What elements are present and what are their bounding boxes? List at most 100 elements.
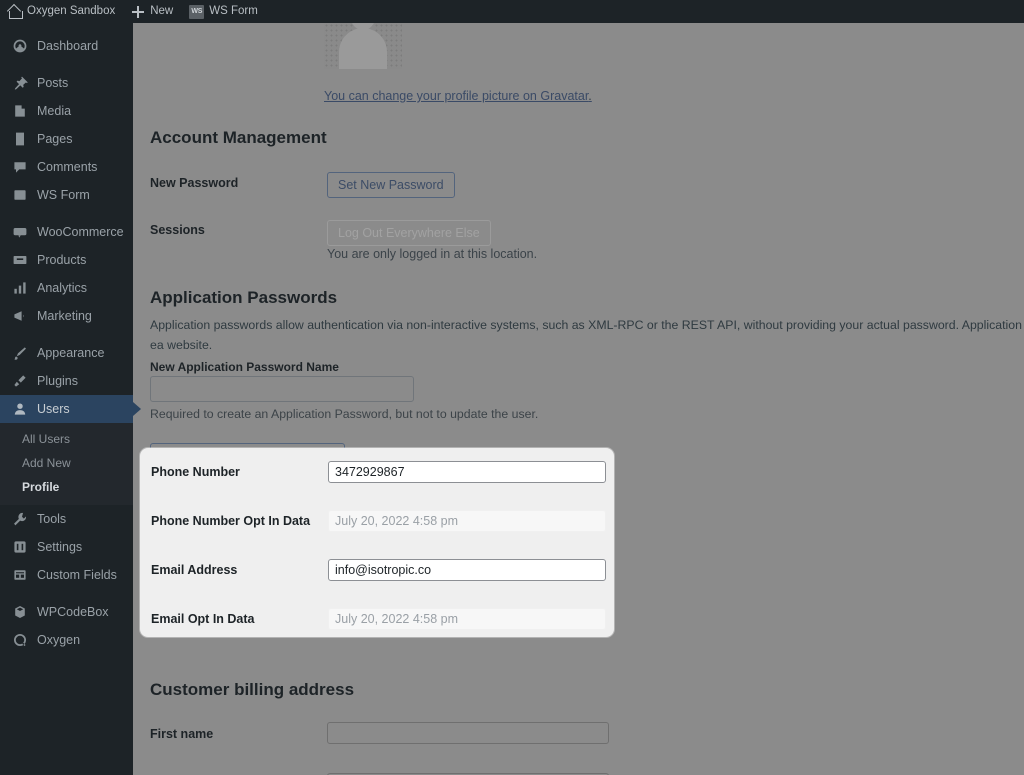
sidebar-subitem-add-new[interactable]: Add New: [0, 451, 133, 475]
sidebar-label: Products: [37, 253, 87, 267]
sidebar-label: Tools: [37, 512, 67, 526]
sidebar-label: Media: [37, 104, 72, 118]
sidebar-label: Marketing: [37, 309, 92, 323]
sidebar-label: WPCodeBox: [37, 605, 109, 619]
phone-number-opt-in-data-input: [328, 510, 606, 532]
products-icon: [12, 252, 28, 268]
comment-icon: [12, 159, 28, 175]
sidebar-label: Pages: [37, 132, 73, 146]
sidebar-item-settings[interactable]: Settings: [0, 533, 133, 561]
sidebar-item-appearance[interactable]: Appearance: [0, 339, 133, 367]
plug-icon: [12, 373, 28, 389]
brush-icon: [12, 345, 28, 361]
sidebar-item-products[interactable]: Products: [0, 246, 133, 274]
adminbar-new-label: New: [150, 5, 174, 17]
sidebar-item-media[interactable]: Media: [0, 97, 133, 125]
sidebar-item-users[interactable]: Users: [0, 395, 141, 423]
media-icon: [12, 103, 28, 119]
sidebar-label: Oxygen: [37, 633, 81, 647]
wsform-icon: [12, 187, 28, 203]
analytics-icon: [12, 280, 28, 296]
home-icon: [8, 5, 23, 19]
sidebar-item-oxygen[interactable]: Oxygen: [0, 626, 133, 654]
gravatar-link-period: .: [588, 89, 592, 103]
user-icon: [12, 401, 28, 417]
sidebar-item-dashboard[interactable]: Dashboard: [0, 32, 133, 60]
adminbar-new-menu[interactable]: New: [123, 0, 181, 23]
sidebar-item-analytics[interactable]: Analytics: [0, 274, 133, 302]
phone-number-opt-in-data-label: Phone Number Opt In Data: [151, 514, 311, 528]
sidebar-item-wpcodebox[interactable]: WPCodeBox: [0, 598, 133, 626]
oxygen-icon: [12, 632, 28, 648]
new-password-label: New Password: [150, 176, 239, 190]
log-out-everywhere-button[interactable]: Log Out Everywhere Else: [327, 220, 491, 246]
sidebar-item-woocommerce[interactable]: WooCommerce: [0, 218, 133, 246]
email-opt-in-data-label: Email Opt In Data: [151, 612, 255, 626]
sidebar-label: Posts: [37, 76, 69, 90]
sidebar-subitem-all-users[interactable]: All Users: [0, 427, 133, 451]
highlighted-fields-panel: Phone Number Phone Number Opt In Data Em…: [140, 448, 614, 637]
dashboard-icon: [12, 38, 28, 54]
sidebar-item-ws-form[interactable]: WS Form: [0, 181, 133, 209]
pin-icon: [12, 75, 28, 91]
sidebar-item-marketing[interactable]: Marketing: [0, 302, 133, 330]
sidebar-spacer-top: [0, 23, 133, 32]
sessions-label: Sessions: [150, 223, 205, 237]
sidebar-item-pages[interactable]: Pages: [0, 125, 133, 153]
sidebar-item-custom-fields[interactable]: Custom Fields: [0, 561, 133, 589]
sidebar-label: Plugins: [37, 374, 78, 388]
sidebar-label: Users: [37, 402, 70, 416]
avatar-silhouette-body: [339, 28, 387, 69]
gravatar-link[interactable]: You can change your profile picture on G…: [324, 89, 592, 103]
application-password-name-input[interactable]: [150, 376, 414, 402]
megaphone-icon: [12, 308, 28, 324]
billing-first-name-input[interactable]: [327, 722, 609, 744]
sidebar-item-plugins[interactable]: Plugins: [0, 367, 133, 395]
email-opt-in-data-input: [328, 608, 606, 630]
application-password-help-text: Required to create an Application Passwo…: [150, 407, 539, 421]
application-passwords-heading: Application Passwords: [150, 288, 338, 307]
wrench-icon: [12, 511, 28, 527]
sidebar-label: Comments: [37, 160, 98, 174]
custom-fields-icon: [12, 567, 28, 583]
sidebar-label: WooCommerce: [37, 225, 124, 239]
sessions-note: You are only logged in at this location.: [327, 247, 538, 261]
adminbar-site-name-label: Oxygen Sandbox: [27, 5, 116, 17]
sidebar-item-posts[interactable]: Posts: [0, 69, 133, 97]
sidebar-item-comments[interactable]: Comments: [0, 153, 133, 181]
set-new-password-button[interactable]: Set New Password: [327, 172, 455, 198]
sidebar-label: Custom Fields: [37, 568, 117, 582]
application-password-name-label: New Application Password Name: [150, 360, 339, 374]
wordpress-admin-screen: Oxygen Sandbox New WS WS Form Dashboard …: [0, 0, 1024, 775]
billing-heading: Customer billing address: [150, 680, 355, 699]
adminbar-site-name[interactable]: Oxygen Sandbox: [0, 0, 123, 23]
sidebar-label: Appearance: [37, 346, 105, 360]
adminbar-wsform-label: WS Form: [209, 5, 258, 17]
sidebar-submenu-users: All Users Add New Profile: [0, 423, 133, 505]
wpcodebox-icon: [12, 604, 28, 620]
admin-sidebar: Dashboard Posts Media Pages Comments WS …: [0, 23, 141, 775]
phone-number-label: Phone Number: [151, 465, 240, 479]
application-passwords-description: Application passwords allow authenticati…: [150, 318, 1024, 352]
email-address-label: Email Address: [151, 563, 238, 577]
page-icon: [12, 131, 28, 147]
sidebar-label: Settings: [37, 540, 83, 554]
gravatar-link-text: You can change your profile picture on G…: [324, 89, 589, 103]
sidebar-label: WS Form: [37, 188, 90, 202]
plus-icon: [131, 5, 145, 19]
sidebar-label: Analytics: [37, 281, 88, 295]
account-management-heading: Account Management: [150, 128, 327, 147]
adminbar-wsform-menu[interactable]: WS WS Form: [181, 0, 266, 23]
sidebar-label: Dashboard: [37, 39, 99, 53]
phone-number-input[interactable]: [328, 461, 606, 483]
settings-icon: [12, 539, 28, 555]
sidebar-item-tools[interactable]: Tools: [0, 505, 133, 533]
profile-content: You can change your profile picture on G…: [133, 23, 1024, 775]
avatar: [324, 23, 402, 69]
email-address-input[interactable]: [328, 559, 606, 581]
woocommerce-icon: [12, 224, 28, 240]
sidebar-subitem-profile[interactable]: Profile: [0, 475, 133, 499]
